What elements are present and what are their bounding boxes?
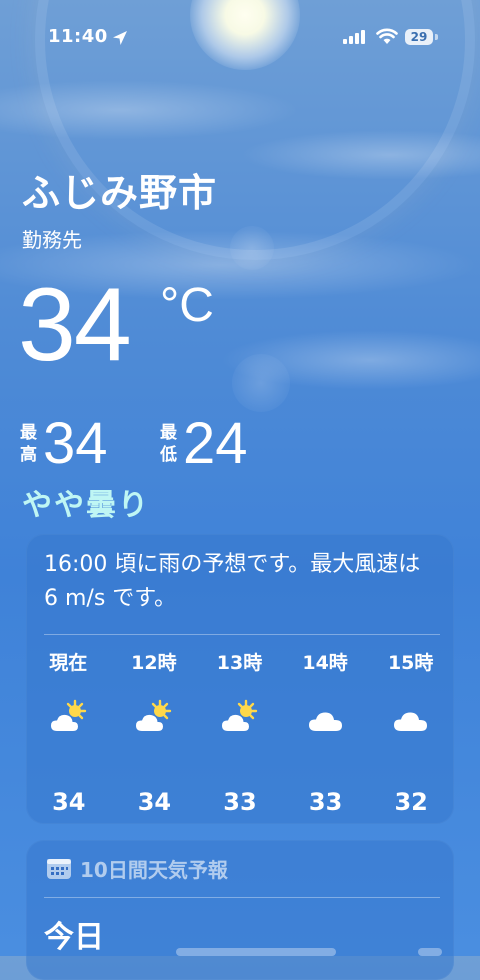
location-subtitle: 勤務先 <box>22 228 82 252</box>
high-label: 最 高 <box>20 422 37 466</box>
low-label: 最 低 <box>160 422 177 466</box>
battery-tip <box>435 34 438 40</box>
ten-day-forecast-card[interactable]: 10日間天気予報 今日 <box>26 840 454 980</box>
hour-temperature: 34 <box>52 788 86 816</box>
hourly-list[interactable]: 現在 34 12時 34 13時 33 14時 33 15時 32 <box>26 648 454 818</box>
hourly-summary: 16:00 頃に雨の予想です。最大風速は 6 m/s です。 <box>44 552 421 611</box>
low-value: 24 <box>183 411 248 476</box>
temperature-range-bar <box>418 948 442 956</box>
battery-icon: 29 <box>405 29 433 45</box>
low-label-top: 最 <box>160 422 177 443</box>
hour-label: 14時 <box>302 652 348 674</box>
hourly-forecast-card[interactable]: 16:00 頃に雨の予想です。最大風速は 6 m/s です。 現在 34 12時 <box>26 534 454 824</box>
low-temperature: 最 低 24 <box>160 410 248 477</box>
hour-label: 12時 <box>131 652 177 674</box>
divider <box>44 634 440 635</box>
lens-flare <box>232 354 290 412</box>
forecast-today-label: 今日 <box>44 920 104 955</box>
city-name: ふじみ野市 <box>22 171 218 215</box>
hour-label: 13時 <box>216 652 263 674</box>
hour-temperature: 34 <box>137 788 172 816</box>
hour-temperature: 33 <box>223 788 257 816</box>
location-arrow-icon <box>113 31 127 45</box>
hour-label: 15時 <box>387 652 434 674</box>
forecast-header: 10日間天気予報 <box>46 854 228 883</box>
cloud-icon <box>394 712 428 731</box>
hour-item: 14時 33 <box>283 648 369 818</box>
lens-flare <box>230 226 274 270</box>
hour-temperature: 33 <box>308 788 343 816</box>
weather-condition: やや曇り <box>22 488 150 523</box>
high-value: 34 <box>43 411 108 476</box>
hour-item: 13時 33 <box>197 648 283 818</box>
calendar-icon <box>47 858 71 879</box>
cellular-signal-icon <box>343 30 365 44</box>
partly-cloudy-sun-icon <box>50 699 86 731</box>
cloud-icon <box>308 712 342 731</box>
forecast-title: 10日間天気予報 <box>80 858 228 882</box>
divider <box>44 897 440 898</box>
hour-temperature: 32 <box>394 788 428 816</box>
partly-cloudy-sun-icon <box>221 699 258 731</box>
wifi-icon <box>376 28 398 44</box>
hour-item: 15時 32 <box>368 648 454 818</box>
hour-item: 現在 34 <box>26 648 112 818</box>
high-temperature: 最 高 34 <box>20 410 108 477</box>
status-time: 11:40 <box>48 26 108 47</box>
hour-label: 現在 <box>49 652 88 674</box>
hour-item: 12時 34 <box>112 648 198 818</box>
high-label-top: 最 <box>20 422 37 443</box>
status-bar: 11:40 29 <box>0 26 480 52</box>
current-temperature: 34 <box>18 267 132 383</box>
temperature-range-bar <box>176 948 336 956</box>
partly-cloudy-sun-icon <box>136 699 172 731</box>
temperature-unit: °C <box>160 279 214 332</box>
low-label-bottom: 低 <box>160 444 177 465</box>
high-label-bottom: 高 <box>20 444 37 465</box>
